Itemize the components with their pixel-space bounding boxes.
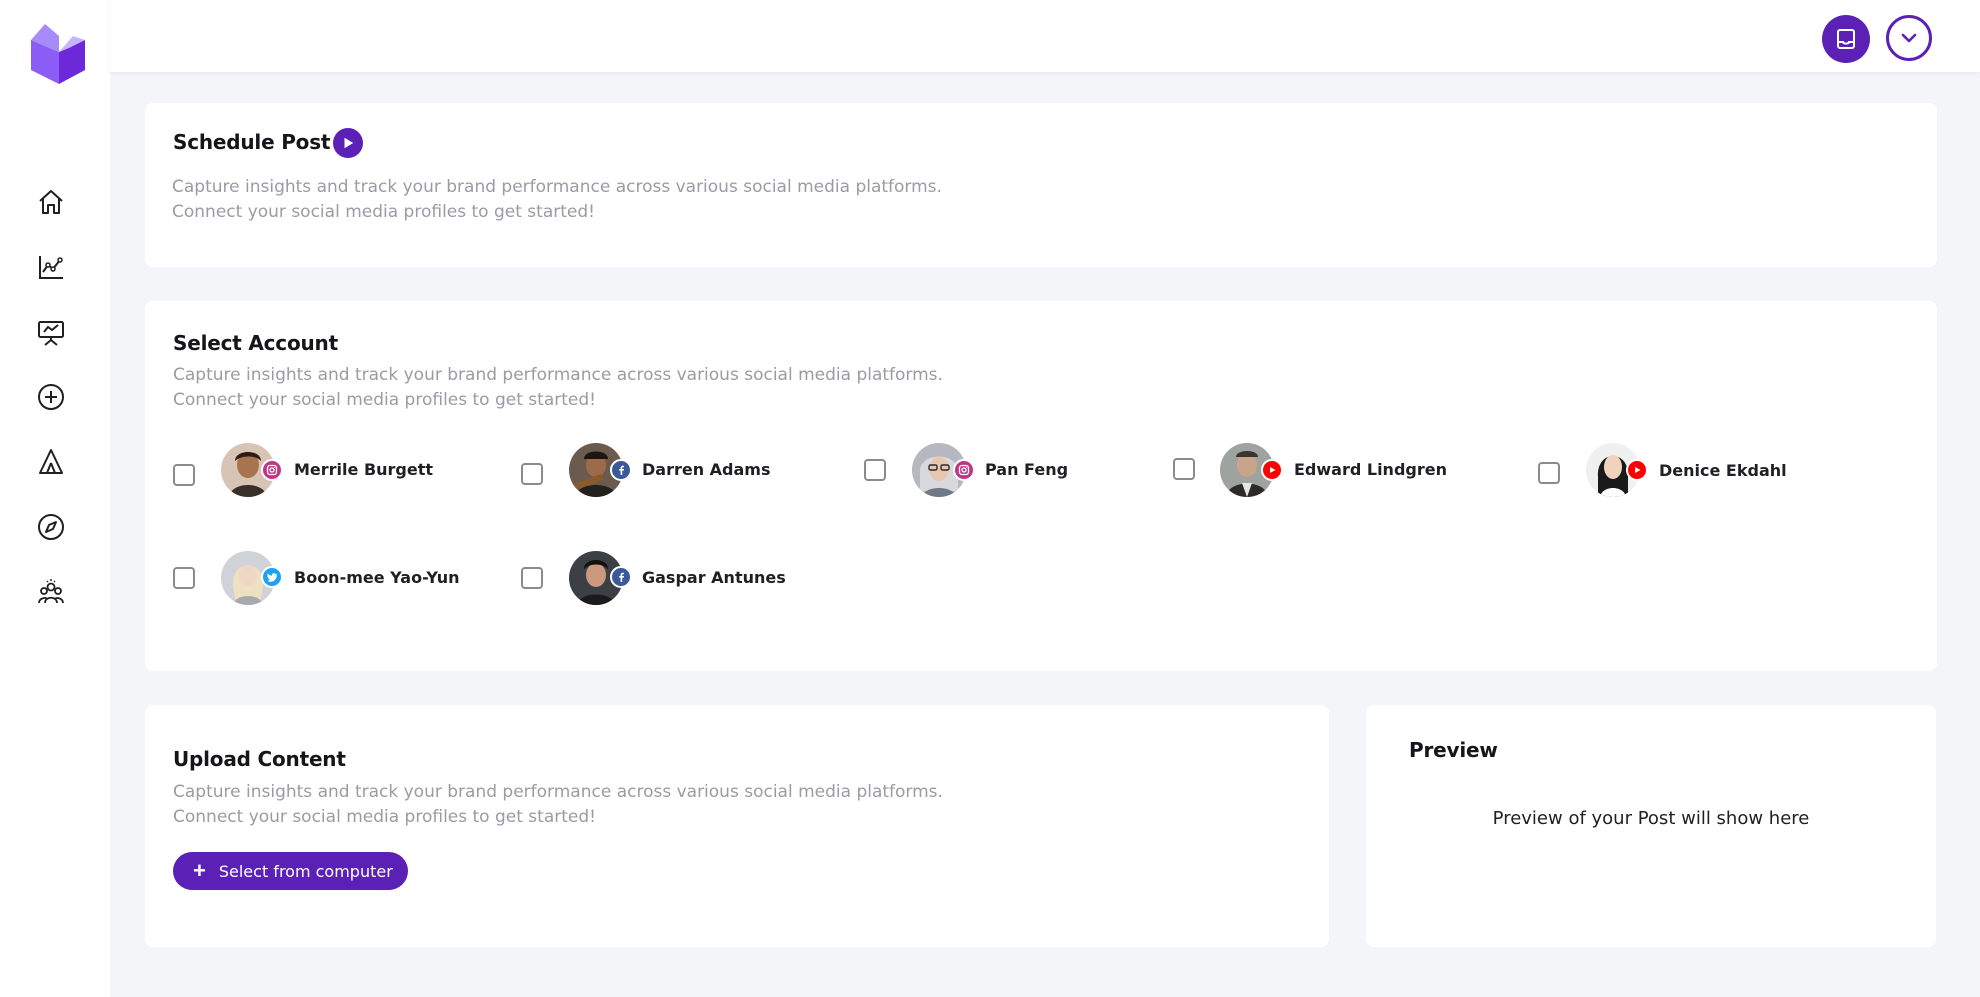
sidebar-item-presentation[interactable] <box>33 314 69 350</box>
preview-title: Preview <box>1409 738 1498 762</box>
youtube-icon <box>1261 459 1283 481</box>
sidebar-item-analytics[interactable] <box>33 249 69 285</box>
account-name: Gaspar Antunes <box>642 568 786 587</box>
line-chart-icon <box>39 256 63 279</box>
account-name: Pan Feng <box>985 460 1069 479</box>
account-checkbox[interactable] <box>521 567 543 589</box>
cube-logo-icon[interactable] <box>25 22 87 84</box>
schedule-desc-line1: Capture insights and track your brand pe… <box>172 177 942 197</box>
facebook-icon <box>610 459 632 481</box>
sidebar-item-create[interactable] <box>33 379 69 415</box>
inbox-button[interactable] <box>1822 15 1870 63</box>
sidebar-item-campaigns[interactable] <box>33 444 69 480</box>
facebook-icon <box>610 566 632 588</box>
sidebar-item-team[interactable] <box>33 574 69 610</box>
play-icon <box>344 137 354 149</box>
select-account-title: Select Account <box>173 331 338 355</box>
account-name: Denice Ekdahl <box>1659 461 1787 480</box>
select-account-card <box>145 301 1937 671</box>
upload-content-description: Capture insights and track your brand pe… <box>173 780 943 830</box>
schedule-post-title: Schedule Post <box>173 130 331 154</box>
tent-icon <box>39 449 63 474</box>
youtube-icon <box>1626 459 1648 481</box>
account-name: Darren Adams <box>642 460 771 479</box>
account-checkbox[interactable] <box>521 463 543 485</box>
account-checkbox[interactable] <box>1173 458 1195 480</box>
sidebar-item-home[interactable] <box>33 184 69 220</box>
account-checkbox[interactable] <box>864 459 886 481</box>
account-checkbox[interactable] <box>173 464 195 486</box>
select-from-computer-label: Select from computer <box>218 861 393 881</box>
chevron-down-icon <box>1901 33 1917 43</box>
instagram-icon <box>261 459 283 481</box>
select-account-desc-line2: Connect your social media profiles to ge… <box>173 390 596 410</box>
select-account-description: Capture insights and track your brand pe… <box>173 363 943 413</box>
upload-content-title: Upload Content <box>173 747 346 771</box>
account-checkbox[interactable] <box>1538 462 1560 484</box>
inbox-icon <box>1837 29 1855 49</box>
compass-icon <box>38 514 64 540</box>
select-from-computer-button[interactable]: + Select from computer <box>173 852 408 890</box>
twitter-icon <box>261 566 283 588</box>
account-menu-button[interactable] <box>1886 15 1932 61</box>
play-button[interactable] <box>333 128 363 158</box>
top-bar <box>110 0 1980 72</box>
sidebar-item-explore[interactable] <box>33 509 69 545</box>
upload-desc-line1: Capture insights and track your brand pe… <box>173 782 943 802</box>
sidebar <box>0 0 110 997</box>
plus-circle-icon <box>38 384 64 410</box>
presentation-board-icon <box>38 321 64 346</box>
select-account-desc-line1: Capture insights and track your brand pe… <box>173 365 943 385</box>
schedule-desc-line2: Connect your social media profiles to ge… <box>172 202 595 222</box>
preview-placeholder: Preview of your Post will show here <box>1492 808 1810 829</box>
team-icon <box>38 579 64 604</box>
account-name: Edward Lindgren <box>1294 460 1447 479</box>
instagram-icon <box>953 459 975 481</box>
account-name: Boon-mee Yao-Yun <box>294 568 460 587</box>
home-icon <box>39 190 63 214</box>
account-checkbox[interactable] <box>173 567 195 589</box>
schedule-post-description: Capture insights and track your brand pe… <box>172 175 942 225</box>
account-name: Merrile Burgett <box>294 460 434 479</box>
upload-desc-line2: Connect your social media profiles to ge… <box>173 807 596 827</box>
plus-icon: + <box>193 858 206 883</box>
